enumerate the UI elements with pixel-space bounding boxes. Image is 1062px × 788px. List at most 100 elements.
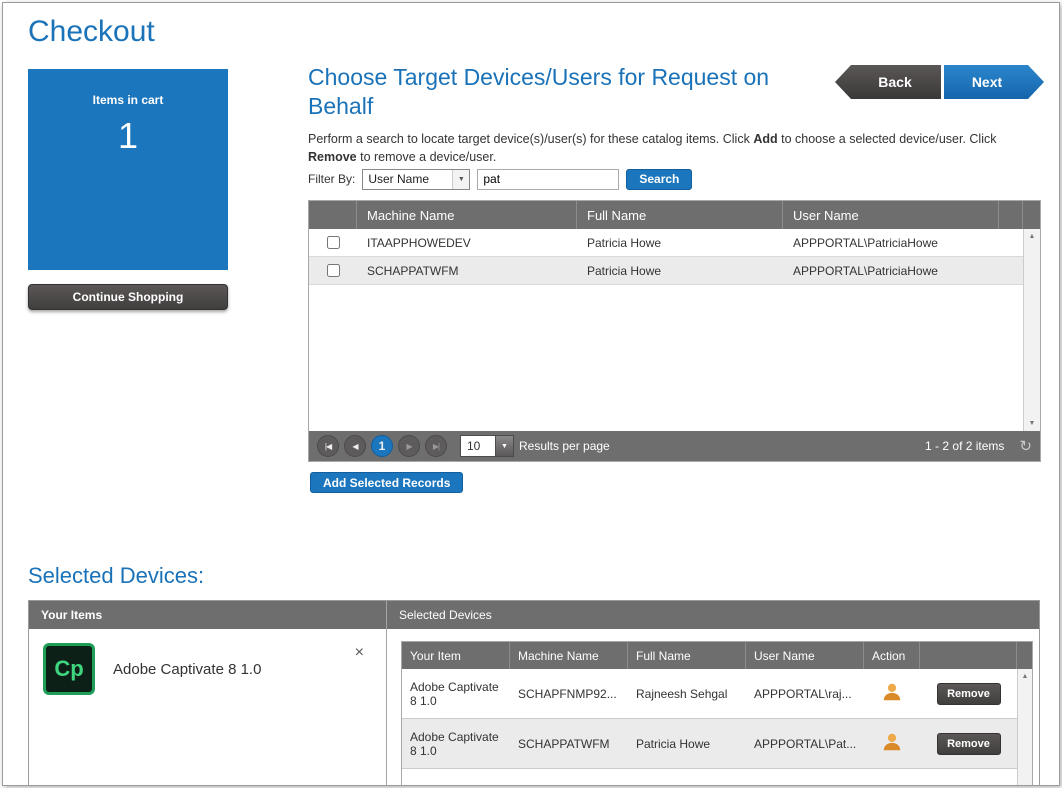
machine-name-cell: ITAAPPHOWEDEV [357,236,577,250]
results-range-label: 1 - 2 of 2 items [925,439,1004,453]
page-size-select[interactable]: 10 ▼ [460,435,514,457]
selected-devices-table: Your Item Machine Name Full Name User Na… [401,641,1033,786]
page-title: Checkout [28,15,155,49]
blank-column-header [999,201,1023,229]
instructions-remove-keyword: Remove [308,150,357,164]
current-page-button[interactable]: 1 [371,435,393,457]
scrollbar-corner [1017,642,1032,669]
vertical-scrollbar[interactable]: ▲ ▼ [1023,229,1040,431]
cart-item: Cp Adobe Captivate 8 1.0 × [29,629,386,695]
user-name-cell: APPPORTAL\Pat... [746,731,864,757]
section-heading: Choose Target Devices/Users for Request … [308,63,833,121]
selected-devices-rows: Adobe Captivate 8 1.0 SCHAPFNMP92... Raj… [402,669,1017,786]
machine-name-cell: SCHAPPATWFM [510,731,628,757]
table-row: Adobe Captivate 8 1.0 SCHAPFNMP92... Raj… [402,669,1017,719]
filter-bar: Filter By: User Name ▼ Search [308,168,692,190]
scroll-up-icon[interactable]: ▲ [1018,669,1033,684]
prev-page-icon[interactable]: ◀ [344,435,366,457]
your-item-cell: Adobe Captivate 8 1.0 [402,724,510,764]
checkbox-cell [309,236,357,249]
selected-devices-panel: Selected Devices Your Item Machine Name … [387,601,1039,786]
user-name-cell: APPPORTAL\PatriciaHowe [783,264,1023,278]
empty-row [402,769,1017,786]
column-header-full-name: Full Name [628,642,746,669]
selected-devices-panel-header: Selected Devices [387,601,1039,629]
column-header-full-name: Full Name [577,201,783,229]
last-page-icon: ▶| [425,435,447,457]
action-cell [864,725,920,762]
scroll-down-icon[interactable]: ▼ [1025,416,1040,431]
refresh-icon[interactable]: ↻ [1019,437,1032,455]
filter-by-select[interactable]: User Name ▼ [362,169,470,190]
remove-cell: Remove [920,727,1017,761]
continue-shopping-button[interactable]: Continue Shopping [28,284,228,310]
blank-column-header [920,642,1017,669]
remove-cell: Remove [920,677,1017,711]
cart-items-label: Items in cart [28,69,228,107]
full-name-cell: Patricia Howe [628,731,746,757]
vertical-scrollbar[interactable]: ▲ [1017,669,1032,786]
scrollbar-corner [1023,201,1040,229]
full-name-cell: Patricia Howe [577,264,783,278]
column-header-machine-name: Machine Name [357,201,577,229]
full-name-cell: Rajneesh Sehgal [628,681,746,707]
table-row: ITAAPPHOWEDEV Patricia Howe APPPORTAL\Pa… [309,229,1023,257]
instructions-part: to remove a device/user. [357,150,497,164]
action-cell [864,675,920,712]
search-results-grid: Machine Name Full Name User Name ITAAPPH… [308,200,1041,462]
machine-name-cell: SCHAPPATWFM [357,264,577,278]
cart-summary: Items in cart 1 [28,69,228,270]
selected-devices-heading: Selected Devices: [28,563,204,589]
next-button[interactable]: Next [944,65,1044,99]
column-header-user-name: User Name [783,201,999,229]
column-header-user-name: User Name [746,642,864,669]
cart-item-name: Adobe Captivate 8 1.0 [113,661,337,678]
row-checkbox[interactable] [327,236,340,249]
filter-by-label: Filter By: [308,172,355,186]
results-grid-rows: ITAAPPHOWEDEV Patricia Howe APPPORTAL\Pa… [309,229,1023,431]
your-items-header: Your Items [29,601,386,629]
row-checkbox[interactable] [327,264,340,277]
remove-button[interactable]: Remove [937,683,1001,705]
column-header-your-item: Your Item [402,642,510,669]
user-name-cell: APPPORTAL\PatriciaHowe [783,236,1023,250]
scroll-up-icon[interactable]: ▲ [1025,229,1040,244]
add-selected-records-button[interactable]: Add Selected Records [310,472,463,493]
search-input[interactable] [477,169,619,190]
checkout-page: Checkout Items in cart 1 Continue Shoppi… [2,2,1060,786]
selected-devices-table-wrap: Your Item Machine Name Full Name User Na… [387,629,1039,786]
selected-devices-table-body: Adobe Captivate 8 1.0 SCHAPFNMP92... Raj… [402,669,1032,786]
full-name-cell: Patricia Howe [577,236,783,250]
instructions-text: Perform a search to locate target device… [308,130,1046,166]
checkbox-column-header [309,201,357,229]
user-icon [881,731,903,756]
results-per-page-label: Results per page [519,439,610,453]
table-row: SCHAPPATWFM Patricia Howe APPPORTAL\Patr… [309,257,1023,285]
next-page-icon: ▶ [398,435,420,457]
results-grid-body: ITAAPPHOWEDEV Patricia Howe APPPORTAL\Pa… [309,229,1040,431]
checkbox-cell [309,264,357,277]
chevron-down-icon: ▼ [495,436,513,456]
close-icon[interactable]: × [355,645,364,661]
instructions-part: to choose a selected device/user. Click [778,132,997,146]
selected-devices-table-header: Your Item Machine Name Full Name User Na… [402,642,1032,669]
user-name-cell: APPPORTAL\raj... [746,681,864,707]
filter-by-selected-value: User Name [363,170,452,189]
user-icon [881,681,903,706]
results-grid-header: Machine Name Full Name User Name [309,201,1040,229]
selected-devices-section: Your Items Cp Adobe Captivate 8 1.0 × Se… [28,600,1040,786]
column-header-action: Action [864,642,920,669]
column-header-machine-name: Machine Name [510,642,628,669]
remove-button[interactable]: Remove [937,733,1001,755]
chevron-down-icon: ▼ [452,170,469,189]
instructions-add-keyword: Add [753,132,777,146]
search-button[interactable]: Search [626,169,692,190]
instructions-part: Perform a search to locate target device… [308,132,753,146]
page-size-value: 10 [461,436,495,456]
back-button[interactable]: Back [835,65,941,99]
adobe-captivate-app-icon: Cp [43,643,95,695]
pager-bar: |◀ ◀ 1 ▶ ▶| 10 ▼ Results per page 1 - 2 … [309,431,1040,461]
first-page-icon[interactable]: |◀ [317,435,339,457]
cart-count: 1 [28,115,228,157]
your-item-cell: Adobe Captivate 8 1.0 [402,674,510,714]
